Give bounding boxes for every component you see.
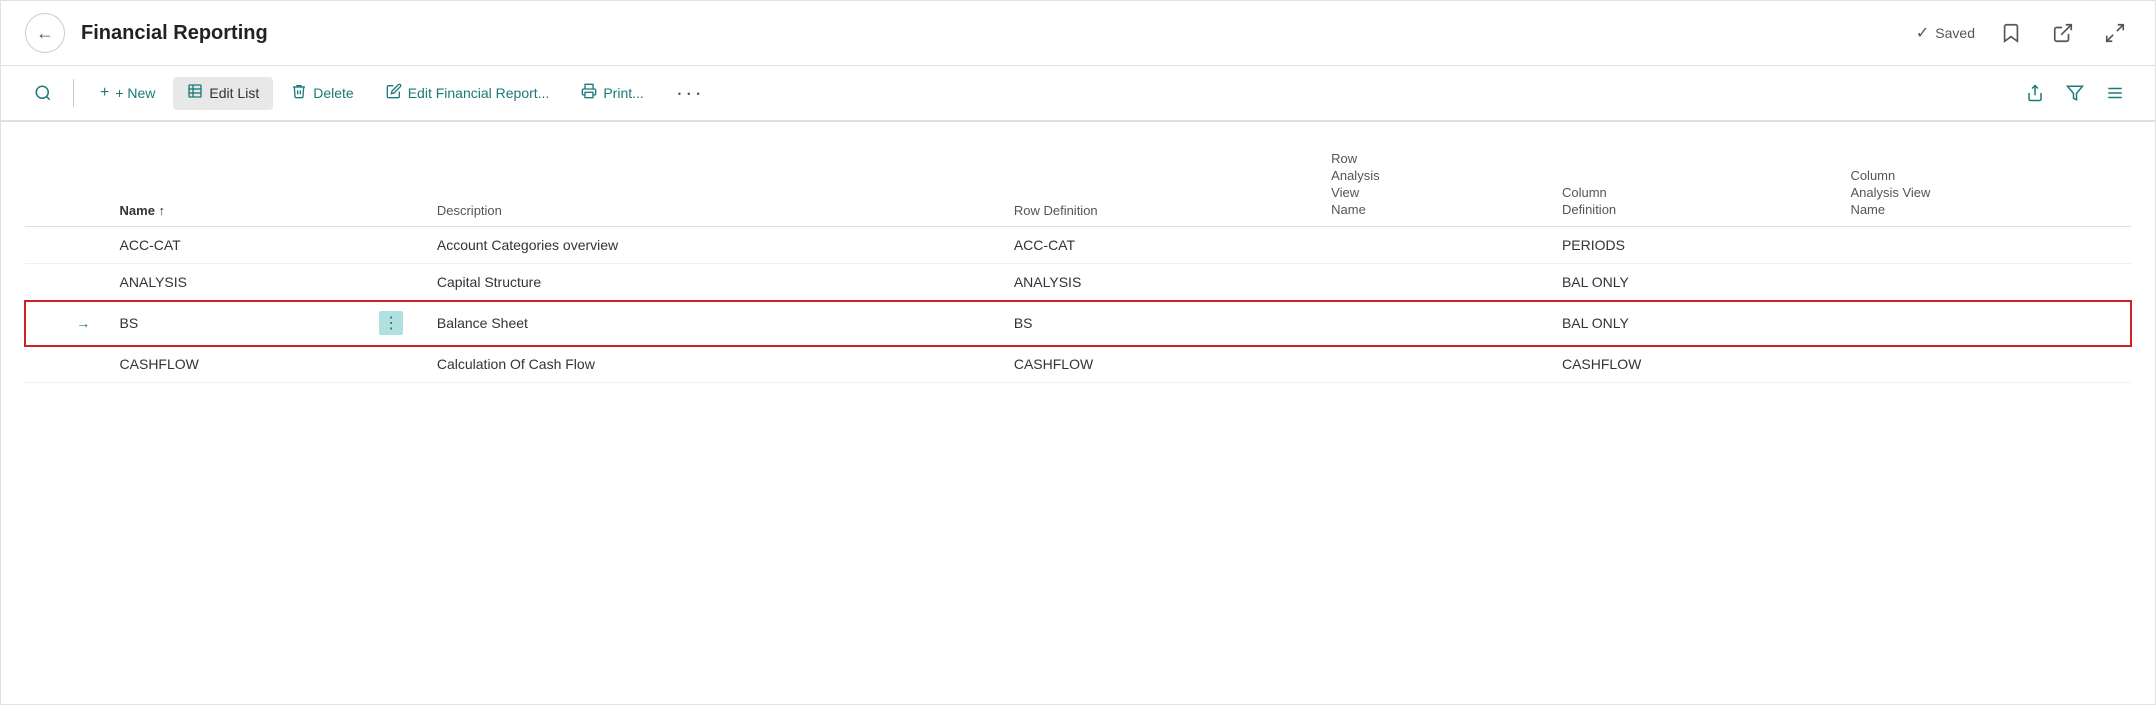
row-definition: ANALYSIS: [1006, 264, 1323, 301]
app-container: ← Financial Reporting ✓ Saved: [0, 0, 2156, 705]
delete-button[interactable]: Delete: [277, 77, 367, 110]
drag-handle-icon[interactable]: ⋮: [379, 311, 403, 335]
edit-financial-report-icon: [386, 83, 402, 104]
saved-label: Saved: [1935, 25, 1975, 41]
row-selector: [25, 264, 68, 301]
row-analysis-view-name: [1323, 346, 1554, 383]
row-name: CASHFLOW: [112, 346, 372, 383]
more-icon: ···: [676, 80, 704, 106]
filter-button[interactable]: [2059, 77, 2091, 109]
new-icon: +: [100, 84, 109, 102]
column-definition: BAL ONLY: [1554, 264, 1842, 301]
row-name: BS: [112, 301, 372, 346]
bookmark-button[interactable]: [1995, 17, 2027, 49]
row-arrow: [68, 346, 111, 383]
row-description: Account Categories overview: [429, 227, 1006, 264]
th-column-definition-label: Column Definition: [1562, 185, 1616, 217]
th-name[interactable]: Name ↑: [112, 122, 372, 227]
table-row[interactable]: ACC-CATAccount Categories overviewACC-CA…: [25, 227, 2131, 264]
back-icon: ←: [36, 23, 54, 44]
delete-label: Delete: [313, 85, 353, 101]
table-row[interactable]: →BS⋮Balance SheetBSBAL ONLY: [25, 301, 2131, 346]
column-definition: BAL ONLY: [1554, 301, 1842, 346]
row-name: ANALYSIS: [112, 264, 372, 301]
row-selector: [25, 346, 68, 383]
open-in-new-button[interactable]: [2047, 17, 2079, 49]
th-description-label: Description: [437, 203, 502, 218]
th-column-definition[interactable]: Column Definition: [1554, 122, 1842, 227]
table-row[interactable]: CASHFLOWCalculation Of Cash FlowCASHFLOW…: [25, 346, 2131, 383]
row-analysis-view-name: [1323, 301, 1554, 346]
th-name-label: Name ↑: [120, 203, 166, 218]
row-selector: [25, 227, 68, 264]
th-arrow: [68, 122, 111, 227]
th-row-analysis-label: Row Analysis View Name: [1331, 151, 1379, 217]
th-row-definition-label: Row Definition: [1014, 203, 1098, 218]
column-definition: PERIODS: [1554, 227, 1842, 264]
delete-icon: [291, 83, 307, 104]
saved-status: ✓ Saved: [1916, 23, 1975, 43]
saved-checkmark-icon: ✓: [1916, 23, 1929, 43]
page-title: Financial Reporting: [81, 22, 268, 45]
search-button[interactable]: [25, 75, 61, 111]
toolbar-divider-1: [73, 79, 74, 107]
more-actions-button[interactable]: ···: [662, 74, 718, 112]
th-row-analysis-view-name[interactable]: Row Analysis View Name: [1323, 122, 1554, 227]
expand-button[interactable]: [2099, 17, 2131, 49]
th-description[interactable]: Description: [429, 122, 1006, 227]
column-chooser-button[interactable]: [2099, 77, 2131, 109]
row-analysis-view-name: [1323, 227, 1554, 264]
column-analysis-view-name: [1842, 227, 2131, 264]
row-analysis-view-name: [1323, 264, 1554, 301]
table-container: Name ↑ Description Row Definition Row An…: [1, 122, 2155, 383]
row-drag-handle: [371, 227, 429, 264]
back-button[interactable]: ←: [25, 13, 65, 53]
row-description: Capital Structure: [429, 264, 1006, 301]
th-drag: [371, 122, 429, 227]
row-arrow: [68, 227, 111, 264]
print-icon: [581, 83, 597, 104]
toolbar: + + New Edit List: [1, 66, 2155, 122]
th-row-definition[interactable]: Row Definition: [1006, 122, 1323, 227]
table-header-row: Name ↑ Description Row Definition Row An…: [25, 122, 2131, 227]
row-drag-handle: [371, 346, 429, 383]
edit-list-label: Edit List: [209, 85, 259, 101]
edit-financial-report-label: Edit Financial Report...: [408, 85, 550, 101]
edit-financial-report-button[interactable]: Edit Financial Report...: [372, 77, 564, 110]
row-drag-handle[interactable]: ⋮: [371, 301, 429, 346]
row-name: ACC-CAT: [112, 227, 372, 264]
header-left: ← Financial Reporting: [25, 13, 268, 53]
new-button[interactable]: + + New: [86, 78, 169, 108]
row-definition: CASHFLOW: [1006, 346, 1323, 383]
column-analysis-view-name: [1842, 346, 2131, 383]
edit-list-button[interactable]: Edit List: [173, 77, 273, 110]
edit-list-icon: [187, 83, 203, 104]
print-button[interactable]: Print...: [567, 77, 657, 110]
th-selector: [25, 122, 68, 227]
column-analysis-view-name: [1842, 264, 2131, 301]
row-definition: ACC-CAT: [1006, 227, 1323, 264]
row-definition: BS: [1006, 301, 1323, 346]
column-analysis-view-name: [1842, 301, 2131, 346]
table-body: ACC-CATAccount Categories overviewACC-CA…: [25, 227, 2131, 383]
header: ← Financial Reporting ✓ Saved: [1, 1, 2155, 66]
share-button[interactable]: [2019, 77, 2051, 109]
row-description: Calculation Of Cash Flow: [429, 346, 1006, 383]
row-arrow: [68, 264, 111, 301]
financial-reports-table: Name ↑ Description Row Definition Row An…: [25, 122, 2131, 383]
th-column-analysis-label: Column Analysis View Name: [1850, 168, 1930, 217]
toolbar-right: [2019, 77, 2131, 109]
column-definition: CASHFLOW: [1554, 346, 1842, 383]
print-label: Print...: [603, 85, 643, 101]
th-column-analysis-view-name[interactable]: Column Analysis View Name: [1842, 122, 2131, 227]
header-right: ✓ Saved: [1916, 17, 2131, 49]
row-description: Balance Sheet: [429, 301, 1006, 346]
new-label: + New: [115, 85, 155, 101]
table-row[interactable]: ANALYSISCapital StructureANALYSISBAL ONL…: [25, 264, 2131, 301]
row-drag-handle: [371, 264, 429, 301]
row-selector: [25, 301, 68, 346]
row-arrow: →: [68, 301, 111, 346]
